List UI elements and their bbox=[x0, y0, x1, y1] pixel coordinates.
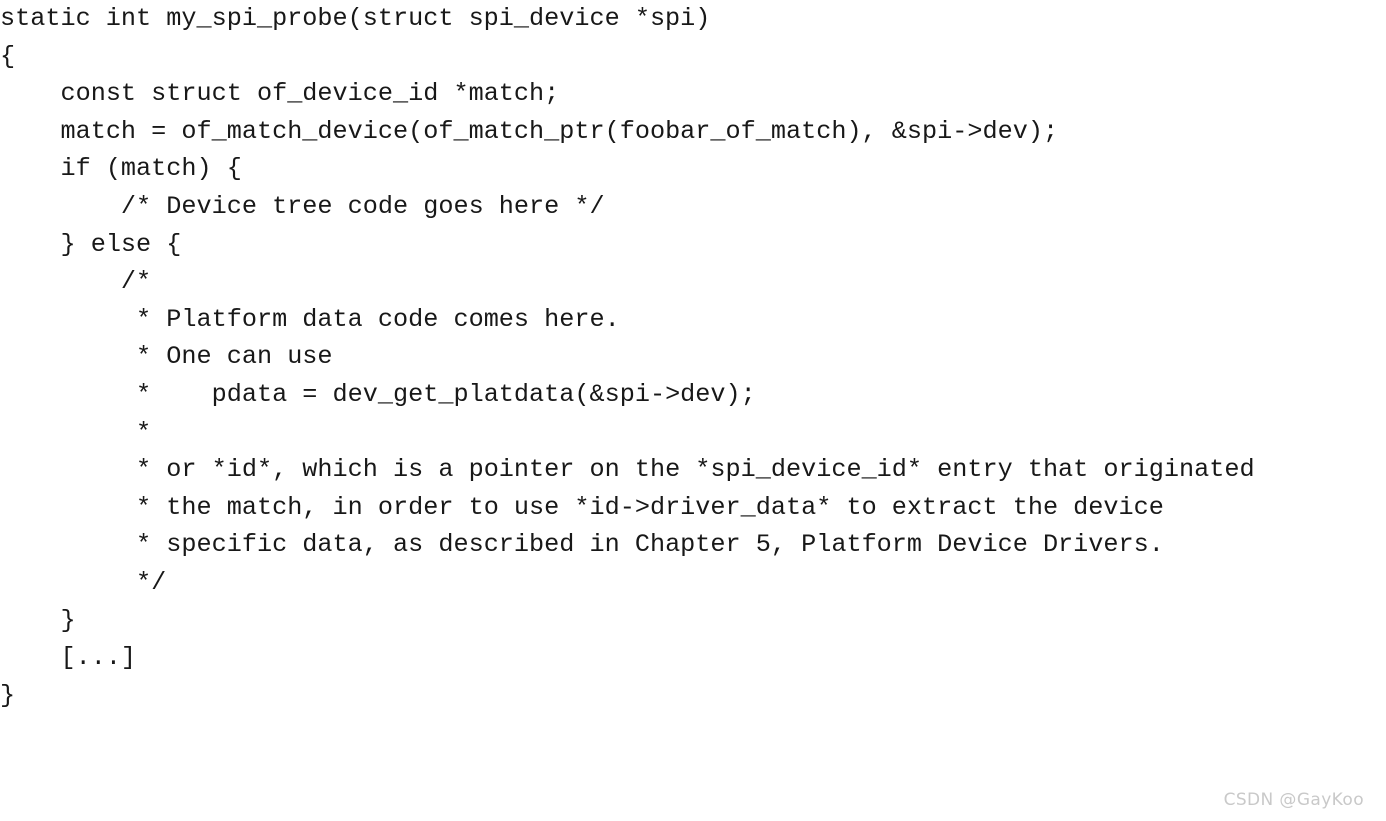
code-line: * pdata = dev_get_platdata(&spi->dev); bbox=[0, 379, 756, 409]
code-line: } bbox=[0, 680, 16, 710]
code-line: */ bbox=[0, 567, 167, 597]
csdn-watermark: CSDN @GayKoo bbox=[1223, 790, 1364, 810]
code-line: * specific data, as described in Chapter… bbox=[0, 530, 1164, 560]
code-line: if (match) { bbox=[0, 154, 242, 184]
code-line: } bbox=[0, 605, 76, 635]
code-line: * One can use bbox=[0, 342, 333, 372]
code-line: * the match, in order to use *id->driver… bbox=[0, 492, 1164, 522]
code-line: /* bbox=[0, 267, 152, 297]
code-line: * bbox=[0, 417, 152, 447]
code-listing: static int my_spi_probe(struct spi_devic… bbox=[0, 0, 1386, 714]
code-line: match = of_match_device(of_match_ptr(foo… bbox=[0, 116, 1059, 146]
code-line: static int my_spi_probe(struct spi_devic… bbox=[0, 4, 711, 33]
code-line: * or *id*, which is a pointer on the *sp… bbox=[0, 455, 1255, 485]
code-line: } else { bbox=[0, 229, 182, 259]
code-line: * Platform data code comes here. bbox=[0, 304, 620, 334]
code-line: /* Device tree code goes here */ bbox=[0, 191, 605, 221]
code-line: [...] bbox=[0, 643, 137, 673]
code-line: const struct of_device_id *match; bbox=[0, 79, 560, 109]
code-line: { bbox=[0, 41, 16, 71]
